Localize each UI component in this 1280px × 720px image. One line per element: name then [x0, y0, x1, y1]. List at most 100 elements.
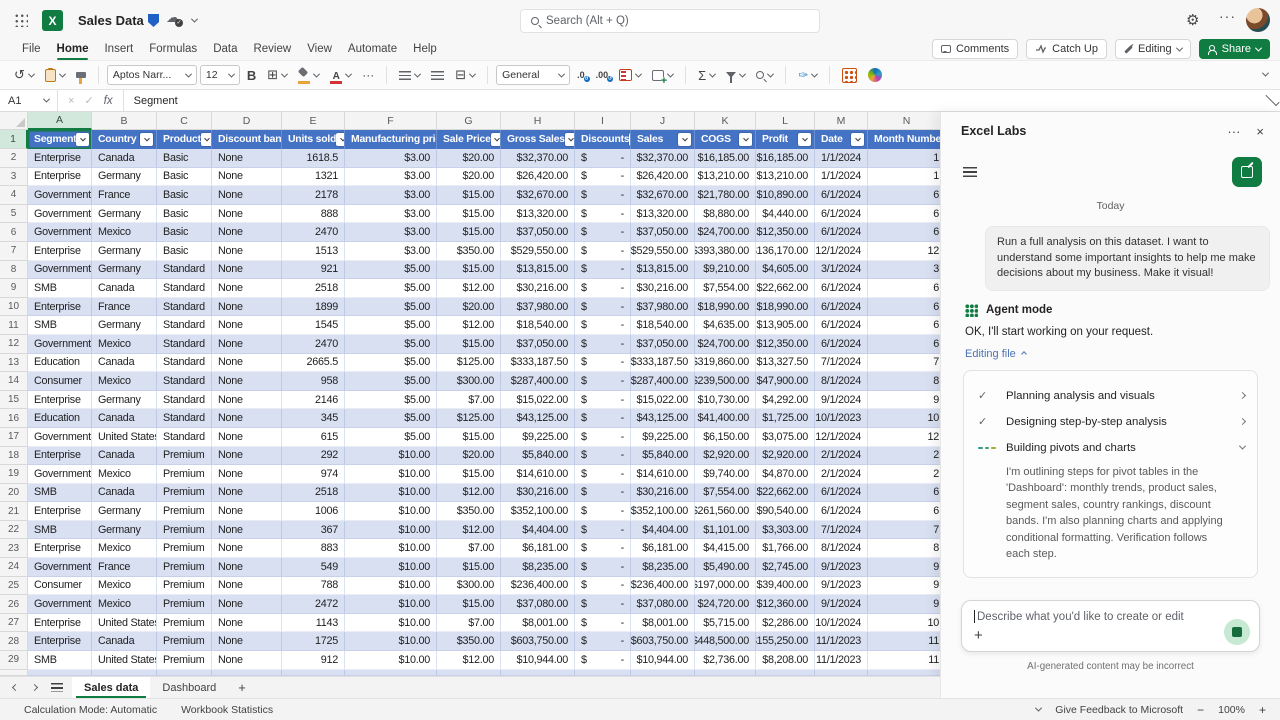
cell[interactable]: $529,550.00	[501, 242, 575, 261]
cell[interactable]: $4,870.00	[756, 465, 815, 484]
cell[interactable]: $13,320.00	[501, 205, 575, 224]
cell[interactable]: $-	[575, 484, 631, 503]
cell[interactable]: None	[212, 186, 282, 205]
cell[interactable]: $239,500.00	[695, 372, 756, 391]
cell[interactable]: 7/1/2024	[815, 521, 868, 540]
cell[interactable]: Premium	[157, 447, 212, 466]
cell[interactable]: 6	[868, 298, 940, 317]
row-number-24[interactable]: 24	[0, 558, 28, 577]
sort-filter-button[interactable]	[722, 64, 749, 86]
row-number-3[interactable]: 3	[0, 168, 28, 187]
more-options-icon[interactable]: ···	[1219, 8, 1236, 24]
row-number-10[interactable]: 10	[0, 298, 28, 317]
cell[interactable]: 888	[282, 205, 345, 224]
cell[interactable]: $-	[575, 316, 631, 335]
attach-plus-button[interactable]: +	[974, 627, 983, 644]
cell[interactable]: Government	[28, 428, 92, 447]
cell[interactable]: None	[212, 279, 282, 298]
cell[interactable]: Enterprise	[28, 168, 92, 187]
cell[interactable]: Premium	[157, 614, 212, 633]
cell[interactable]: $5.00	[345, 409, 437, 428]
cell[interactable]: $12.00	[437, 521, 501, 540]
column-letter-D[interactable]: D	[212, 112, 282, 130]
cell[interactable]: France	[92, 558, 157, 577]
cell[interactable]: $20.00	[437, 447, 501, 466]
cell[interactable]: Government	[28, 186, 92, 205]
cell[interactable]: 2	[868, 447, 940, 466]
cell[interactable]: $-	[575, 428, 631, 447]
sensitivity-shield-icon[interactable]	[148, 14, 159, 27]
row-number-9[interactable]: 9	[0, 279, 28, 298]
row-number-19[interactable]: 19	[0, 465, 28, 484]
editing-file-toggle[interactable]: Editing file	[965, 348, 1280, 360]
cell[interactable]: None	[212, 168, 282, 187]
pane-more-icon[interactable]: ···	[1227, 124, 1240, 139]
cell[interactable]: Standard	[157, 391, 212, 410]
cell[interactable]: $236,400.00	[501, 577, 575, 596]
catch-up-button[interactable]: Catch Up	[1026, 39, 1107, 59]
cell[interactable]: Enterprise	[28, 632, 92, 651]
cell[interactable]: 2470	[282, 335, 345, 354]
cell[interactable]: 974	[282, 465, 345, 484]
cell[interactable]: $24,720.00	[695, 595, 756, 614]
cell[interactable]: Government	[28, 558, 92, 577]
cell[interactable]: $3.00	[345, 223, 437, 242]
cell[interactable]: Enterprise	[28, 242, 92, 261]
cell[interactable]: $4,440.00	[756, 205, 815, 224]
cell[interactable]: $13,815.00	[501, 261, 575, 280]
cell[interactable]: 1143	[282, 614, 345, 633]
row-number-20[interactable]: 20	[0, 484, 28, 503]
cell[interactable]: $-	[575, 223, 631, 242]
cell[interactable]: $236,400.00	[631, 577, 695, 596]
filter-button[interactable]	[739, 133, 752, 146]
cell[interactable]	[157, 670, 212, 676]
cell[interactable]: None	[212, 539, 282, 558]
column-letter-L[interactable]: L	[756, 112, 815, 130]
cell[interactable]: Enterprise	[28, 539, 92, 558]
cell[interactable]: 6	[868, 223, 940, 242]
cell[interactable]: 1725	[282, 632, 345, 651]
cell[interactable]: None	[212, 428, 282, 447]
cell[interactable]: Germany	[92, 391, 157, 410]
cell[interactable]: 11	[868, 651, 940, 670]
agent-step-3[interactable]: Building pivots and charts	[978, 435, 1245, 461]
cell[interactable]: $37,050.00	[631, 335, 695, 354]
cell[interactable]: Government	[28, 595, 92, 614]
cell[interactable]: $10,730.00	[695, 391, 756, 410]
cell[interactable]: Standard	[157, 354, 212, 373]
cell[interactable]: 7/1/2024	[815, 354, 868, 373]
cell[interactable]: $21,780.00	[695, 186, 756, 205]
cell[interactable]: Basic	[157, 168, 212, 187]
cell[interactable]: 10	[868, 409, 940, 428]
name-box[interactable]: A1	[0, 90, 58, 111]
cell[interactable]: Education	[28, 409, 92, 428]
cell[interactable]: $20.00	[437, 168, 501, 187]
status-chevron-icon[interactable]	[1035, 705, 1042, 712]
cell[interactable]: $4,292.00	[756, 391, 815, 410]
cell[interactable]: Premium	[157, 651, 212, 670]
cell[interactable]: 12	[868, 242, 940, 261]
cell[interactable]: None	[212, 595, 282, 614]
cell[interactable]: $10.00	[345, 558, 437, 577]
cell[interactable]: $43,125.00	[501, 409, 575, 428]
row-number-11[interactable]: 11	[0, 316, 28, 335]
cell[interactable]: Canada	[92, 149, 157, 168]
cell[interactable]: Mexico	[92, 223, 157, 242]
cell[interactable]: $10,944.00	[501, 651, 575, 670]
cell[interactable]: Basic	[157, 186, 212, 205]
document-title[interactable]: Sales Data	[78, 13, 144, 28]
paste-button[interactable]	[41, 64, 69, 86]
cell[interactable]: $350.00	[437, 502, 501, 521]
row-number-22[interactable]: 22	[0, 521, 28, 540]
cell[interactable]: Government	[28, 335, 92, 354]
cell[interactable]	[28, 670, 92, 676]
cell[interactable]: $32,670.00	[631, 186, 695, 205]
cell[interactable]: $3,303.00	[756, 521, 815, 540]
cell[interactable]: $90,540.00	[756, 502, 815, 521]
cell[interactable]: $5.00	[345, 279, 437, 298]
cell[interactable]: 1899	[282, 298, 345, 317]
cell[interactable]: Government	[28, 465, 92, 484]
cell[interactable]: Canada	[92, 447, 157, 466]
cell[interactable]: $352,100.00	[631, 502, 695, 521]
cell[interactable]: 6	[868, 205, 940, 224]
